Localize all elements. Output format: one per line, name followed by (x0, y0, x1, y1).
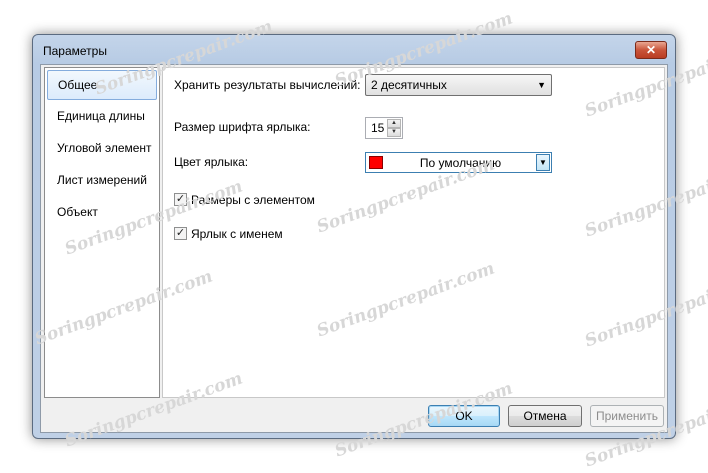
triangle-down-icon: ▼ (537, 80, 546, 90)
precision-label: Хранить результаты вычислений: (174, 78, 361, 92)
precision-value: 2 десятичных (371, 78, 447, 92)
sidebar-item-length-unit[interactable]: Единица длины (47, 102, 157, 132)
label-color-label: Цвет ярлыка: (174, 155, 249, 169)
cancel-button[interactable]: Отмена (508, 405, 582, 427)
sidebar-item-label: Объект (57, 205, 98, 219)
checkmark-icon: ✓ (175, 193, 186, 205)
apply-button[interactable]: Применить (590, 405, 664, 427)
close-button[interactable]: ✕ (635, 41, 667, 59)
checkmark-icon: ✓ (175, 227, 186, 239)
label-with-name-label: Ярлык с именем (191, 227, 283, 241)
label-color-value: По умолчанию (419, 156, 502, 170)
triangle-down-icon[interactable]: ▼ (536, 154, 550, 171)
ok-button[interactable]: OK (428, 405, 500, 427)
stepper-buttons: ▲ ▼ (387, 119, 401, 137)
color-swatch (369, 156, 383, 169)
sidebar-item-measurement-sheet[interactable]: Лист измерений (47, 166, 157, 196)
sidebar-item-label: Общее (58, 78, 98, 92)
sidebar-item-object[interactable]: Объект (47, 198, 157, 228)
precision-select[interactable]: 2 десятичных ▼ (365, 74, 552, 96)
sidebar-item-general[interactable]: Общее (47, 70, 157, 100)
label-color-select[interactable]: По умолчанию ▼ (365, 152, 552, 173)
font-size-label: Размер шрифта ярлыка: (174, 120, 311, 134)
sidebar-item-label: Угловой элемент (57, 141, 152, 155)
spin-down-icon[interactable]: ▼ (387, 128, 401, 137)
font-size-value: 15 (371, 121, 385, 135)
label-with-name-checkbox[interactable]: ✓ (174, 227, 187, 240)
spin-up-icon[interactable]: ▲ (387, 119, 401, 128)
dialog-client-area: Общее Единица длины Угловой элемент Лист… (40, 64, 668, 433)
close-icon: ✕ (645, 43, 657, 57)
dims-with-element-label: Размеры с элементом (191, 193, 315, 207)
sidebar-item-label: Лист измерений (57, 173, 147, 187)
sidebar-item-angular-element[interactable]: Угловой элемент (47, 134, 157, 164)
font-size-stepper[interactable]: 15 ▲ ▼ (365, 117, 403, 139)
dims-with-element-checkbox[interactable]: ✓ (174, 193, 187, 206)
parameters-dialog: Параметры ✕ Общее Единица длины Угловой … (32, 34, 676, 439)
sidebar-item-label: Единица длины (57, 109, 145, 123)
title-bar[interactable]: Параметры ✕ (33, 35, 675, 65)
category-list: Общее Единица длины Угловой элемент Лист… (44, 67, 160, 398)
dialog-title: Параметры (43, 44, 107, 58)
general-settings-panel: Хранить результаты вычислений: 2 десятич… (162, 67, 665, 398)
